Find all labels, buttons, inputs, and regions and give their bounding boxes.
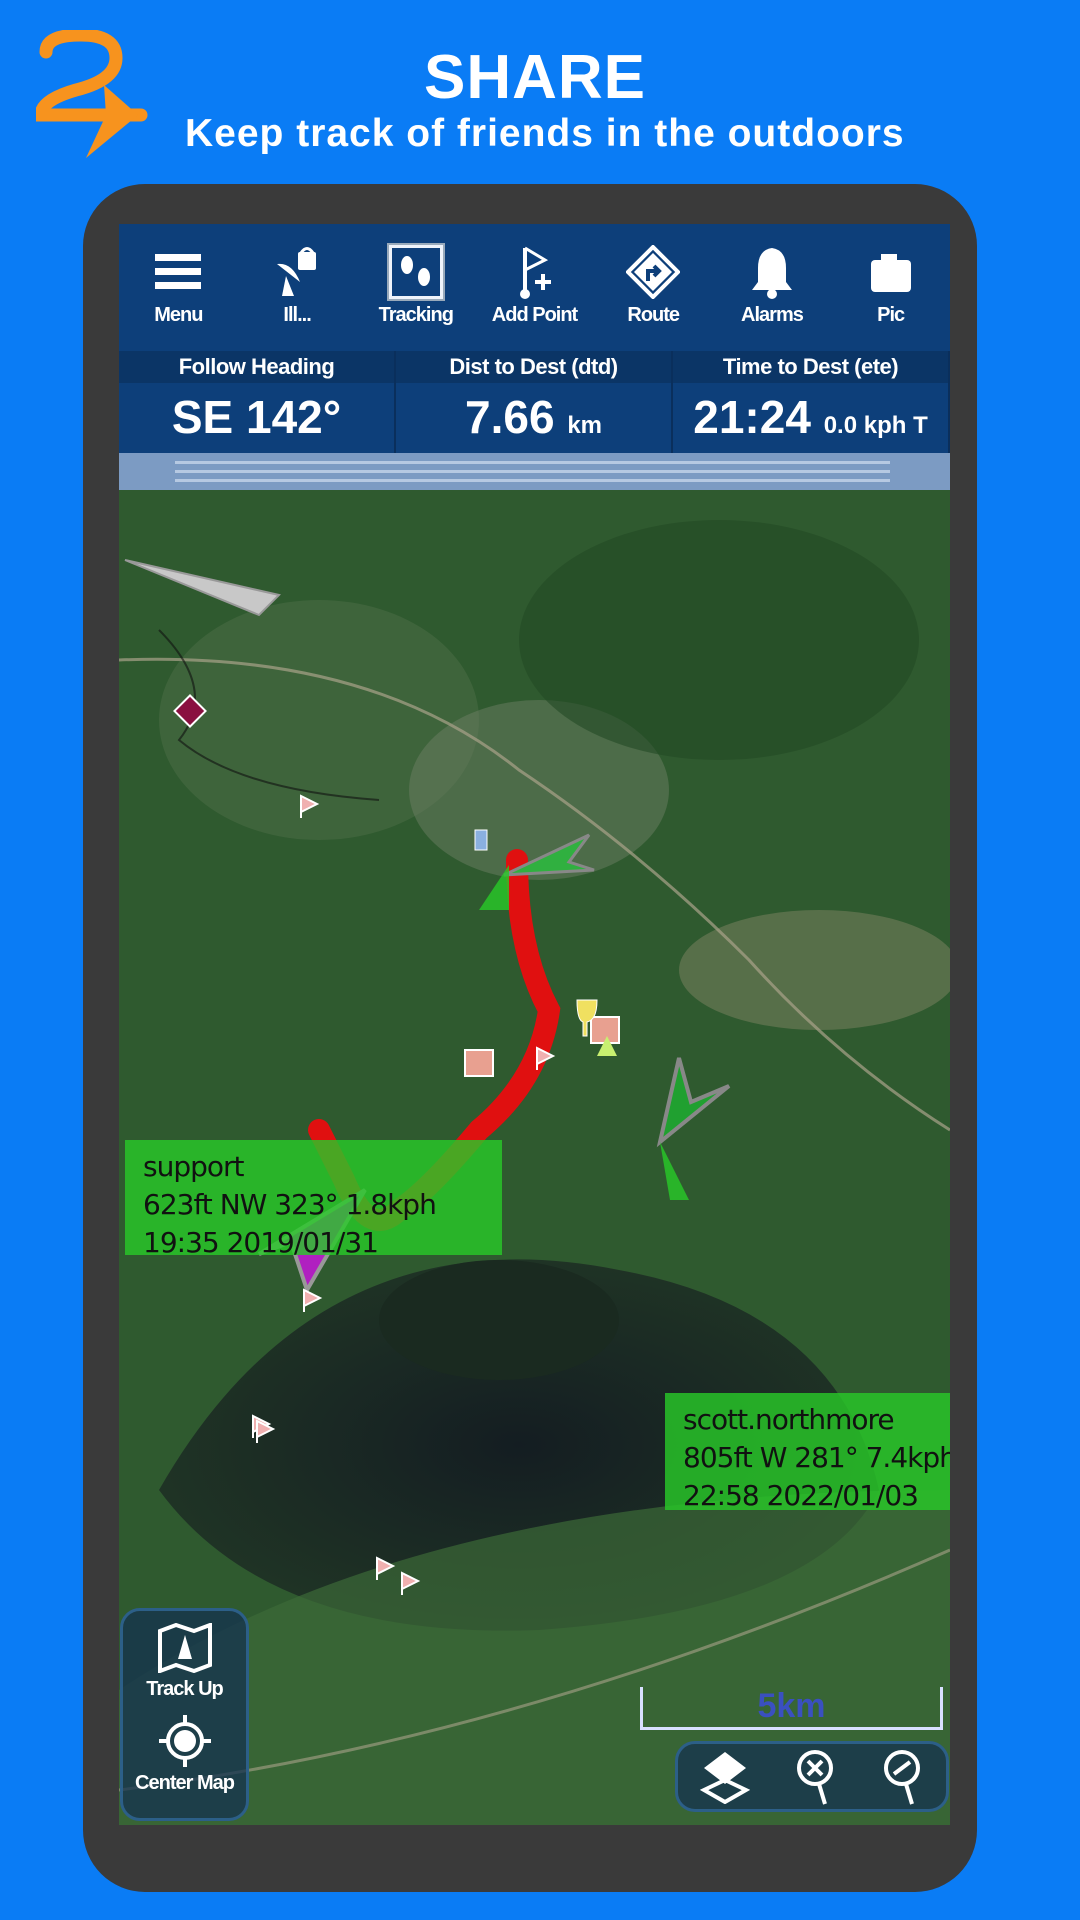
pic-button[interactable]: Pic (831, 224, 950, 351)
zoom-panel (675, 1741, 949, 1812)
menu-button[interactable]: Menu (119, 224, 238, 351)
crosshair-icon (158, 1715, 211, 1767)
shop-marker-icon[interactable] (464, 1049, 494, 1077)
time-to-dest-cell[interactable]: Time to Dest (ete) 21:24 0.0 kph T (673, 351, 950, 453)
phone-marker-icon[interactable] (474, 829, 488, 851)
satellite-lock-button[interactable]: Ill... (238, 224, 357, 351)
shop-marker-icon[interactable] (590, 1016, 620, 1044)
dist-to-dest-cell[interactable]: Dist to Dest (dtd) 7.66 km (396, 351, 673, 453)
zoom-in-icon[interactable] (793, 1748, 837, 1806)
drag-handle[interactable] (119, 453, 950, 490)
track-up-button[interactable]: Track Up (123, 1611, 246, 1701)
follow-heading-cell[interactable]: Follow Heading SE 142° (119, 351, 396, 453)
alarms-button[interactable]: Alarms (713, 224, 832, 351)
promo-subtitle: Keep track of friends in the outdoors (185, 112, 905, 155)
tracking-button[interactable]: Tracking (356, 224, 475, 351)
flag-plus-icon (519, 246, 551, 299)
map-mode-panel: Track Up Center Map (120, 1608, 249, 1821)
promo-title: SHARE (423, 43, 647, 112)
layers-icon[interactable] (699, 1750, 750, 1804)
toolbar: Menu Ill... Tracking Add Point Route Ala… (119, 224, 950, 351)
friend-label-scott[interactable]: scott.northmore 805ft W 281° 7.4kph 22:5… (665, 1393, 950, 1512)
menu-icon (155, 254, 202, 289)
satellite-lock-icon (277, 247, 317, 296)
camera-icon (870, 254, 911, 292)
route-button[interactable]: Route (594, 224, 713, 351)
app-screen: Menu Ill... Tracking Add Point Route Ala… (119, 224, 950, 1825)
zoom-out-icon[interactable] (880, 1748, 924, 1806)
scale-bar: 5km (640, 1687, 943, 1730)
route-diamond-icon (626, 245, 681, 299)
footprints-icon (386, 243, 445, 301)
add-point-button[interactable]: Add Point (475, 224, 594, 351)
map-track-up-icon (157, 1622, 212, 1674)
friend-label-support[interactable]: support 623ft NW 323° 1.8kph 19:35 2019/… (125, 1140, 502, 1259)
bell-icon (751, 248, 792, 299)
center-map-button[interactable]: Center Map (123, 1701, 246, 1795)
info-bar: Follow Heading SE 142° Dist to Dest (dtd)… (119, 351, 950, 453)
